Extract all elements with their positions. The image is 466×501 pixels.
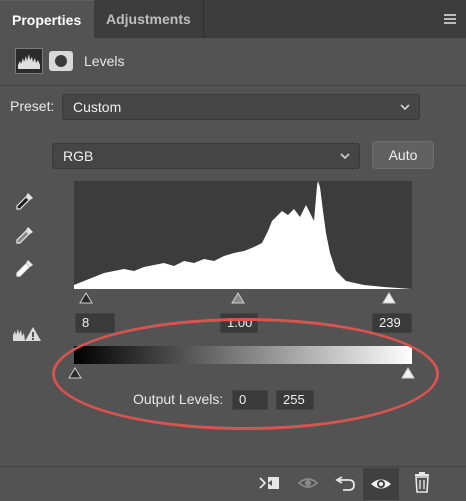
trash-icon[interactable] (410, 471, 434, 493)
chevron-down-icon (399, 95, 411, 127)
tab-adjustments[interactable]: Adjustments (94, 0, 204, 38)
auto-button[interactable]: Auto (372, 141, 434, 169)
channel-value: RGB (63, 148, 94, 164)
gray-point-eyedropper-icon[interactable] (14, 224, 36, 246)
white-point-eyedropper-icon[interactable] (14, 257, 36, 279)
gamma-input-slider[interactable] (231, 291, 245, 304)
histogram-display (74, 181, 412, 289)
adjustment-title: Levels (84, 53, 125, 69)
properties-panel: Properties Adjustments Levels Preset: Cu… (0, 0, 466, 501)
input-white-field[interactable]: 239 (372, 313, 412, 333)
histogram-icon[interactable] (15, 48, 43, 74)
adjustment-header: Levels (0, 38, 466, 86)
clipping-warning-icon[interactable] (12, 325, 42, 343)
view-previous-state-icon[interactable] (296, 472, 320, 494)
mask-icon[interactable] (49, 51, 73, 71)
black-input-slider[interactable] (79, 291, 93, 304)
preset-label: Preset: (10, 98, 55, 114)
black-point-eyedropper-icon[interactable] (14, 190, 36, 212)
reset-icon[interactable] (334, 472, 358, 494)
input-black-field[interactable]: 8 (75, 313, 115, 333)
hamburger-menu-icon[interactable] (444, 14, 456, 24)
tab-bar: Properties Adjustments (0, 0, 466, 38)
preset-value: Custom (73, 99, 122, 115)
preset-dropdown[interactable]: Custom (62, 94, 420, 120)
white-input-slider[interactable] (382, 291, 396, 304)
histogram-graph (74, 181, 412, 289)
visibility-eye-icon[interactable] (369, 473, 393, 495)
channel-dropdown[interactable]: RGB (52, 143, 360, 169)
chevron-down-icon (339, 144, 351, 176)
tab-properties[interactable]: Properties (0, 0, 94, 38)
annotation-oval (52, 318, 439, 430)
clip-to-layer-icon[interactable] (258, 472, 282, 494)
